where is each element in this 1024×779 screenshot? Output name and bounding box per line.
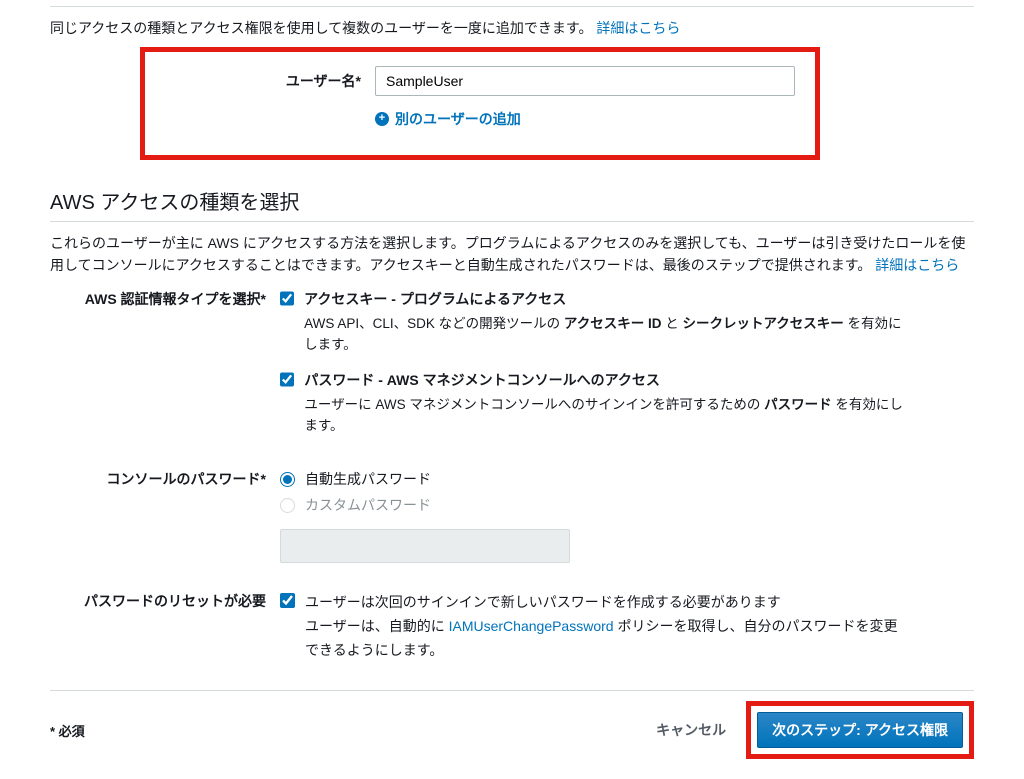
add-user-row: + 別のユーザーの追加 (145, 108, 815, 129)
console-pw-label: コンソールのパスワード* (50, 469, 280, 563)
autogen-password-radio[interactable] (280, 472, 295, 487)
username-row: ユーザー名* (145, 66, 815, 96)
custom-password-label: カスタムパスワード (305, 495, 431, 515)
custom-password-input (280, 529, 570, 563)
autogen-password-option: 自動生成パスワード (280, 469, 914, 489)
password-reset-label: パスワードのリセットが必要 (50, 591, 280, 662)
access-key-desc: AWS API、CLI、SDK などの開発ツールの アクセスキー ID と シー… (304, 313, 914, 356)
console-password-checkbox[interactable] (280, 372, 294, 387)
add-another-user-label: 別のユーザーの追加 (395, 109, 521, 129)
plus-circle-icon: + (375, 112, 389, 126)
section-divider (50, 6, 974, 7)
password-reset-checkbox[interactable] (280, 593, 295, 608)
password-reset-desc: ユーザーは次回のサインインで新しいパスワードを作成する必要があります ユーザーは… (305, 591, 974, 662)
custom-password-option: カスタムパスワード (280, 495, 914, 515)
access-details-link[interactable]: 詳細はこちら (875, 257, 959, 273)
username-label: ユーザー名* (145, 71, 375, 91)
autogen-password-label: 自動生成パスワード (305, 469, 431, 489)
desc-text: 同じアクセスの種類とアクセス権限を使用して複数のユーザーを一度に追加できます。 (50, 20, 593, 36)
next-step-button[interactable]: 次のステップ: アクセス権限 (757, 712, 963, 748)
access-desc-text: これらのユーザーが主に AWS にアクセスする方法を選択します。プログラムによる… (50, 235, 965, 273)
access-type-description: これらのユーザーが主に AWS にアクセスする方法を選択します。プログラムによる… (50, 232, 974, 277)
footer-bar: * 必須 キャンセル 次のステップ: アクセス権限 (50, 691, 974, 759)
footer-actions: キャンセル 次のステップ: アクセス権限 (652, 701, 974, 759)
console-pw-row: コンソールのパスワード* 自動生成パスワード カスタムパスワード (50, 469, 974, 563)
access-key-title: アクセスキー - プログラムによるアクセス (304, 289, 914, 309)
section-divider-2 (50, 221, 974, 222)
cred-type-row: AWS 認証情報タイプを選択* アクセスキー - プログラムによるアクセス AW… (50, 289, 974, 451)
console-password-option: パスワード - AWS マネジメントコンソールへのアクセス ユーザーに AWS … (280, 370, 914, 437)
username-highlight-box: ユーザー名* + 別のユーザーの追加 (140, 47, 820, 160)
cancel-button[interactable]: キャンセル (652, 714, 730, 746)
access-type-heading: AWS アクセスの種類を選択 (50, 186, 974, 215)
custom-password-radio[interactable] (280, 498, 295, 513)
required-indicator: * 必須 (50, 721, 85, 740)
details-link[interactable]: 詳細はこちら (596, 20, 680, 36)
access-key-checkbox[interactable] (280, 291, 294, 306)
access-key-option: アクセスキー - プログラムによるアクセス AWS API、CLI、SDK など… (280, 289, 914, 356)
console-password-desc: ユーザーに AWS マネジメントコンソールへのサインインを許可するための パスワ… (304, 394, 914, 437)
console-password-title: パスワード - AWS マネジメントコンソールへのアクセス (304, 370, 914, 390)
iam-policy-link[interactable]: IAMUserChangePassword (449, 618, 614, 634)
username-input[interactable] (375, 66, 795, 96)
user-details-description: 同じアクセスの種類とアクセス権限を使用して複数のユーザーを一度に追加できます。 … (50, 17, 974, 39)
password-reset-row: パスワードのリセットが必要 ユーザーは次回のサインインで新しいパスワードを作成す… (50, 591, 974, 662)
add-another-user-button[interactable]: + 別のユーザーの追加 (375, 109, 521, 129)
cred-type-label: AWS 認証情報タイプを選択* (50, 289, 280, 451)
next-button-highlight: 次のステップ: アクセス権限 (746, 701, 974, 759)
